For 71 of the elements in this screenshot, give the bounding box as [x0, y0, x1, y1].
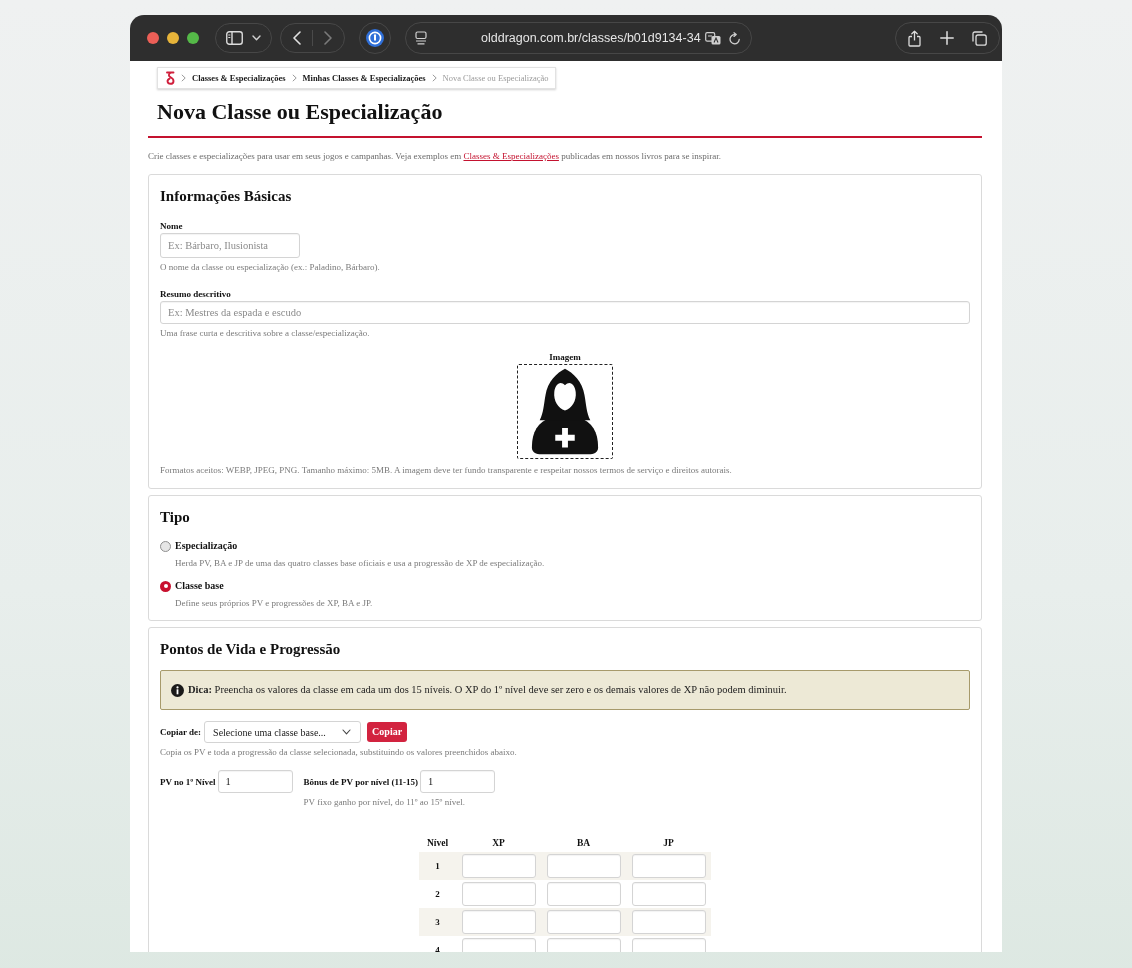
- intro-text: Crie classes e especializações para usar em seus jogos e campanhas. Veja exemplos em Classes & Especializações publicadas em nossos livros para se inspirar.: [148, 150, 722, 162]
- tabs-icon[interactable]: [972, 30, 987, 46]
- help-text: O nome da classe ou especialização (ex.: Paladino, Bárbaro).: [160, 261, 381, 273]
- column-header: BA: [575, 836, 592, 849]
- radio-button[interactable]: [160, 540, 171, 552]
- option-description: Herda PV, BA e JP de uma das quatro classes base oficiais e usa a progressão de XP de especialização.: [175, 557, 546, 569]
- option-label[interactable]: Classe base: [175, 579, 224, 593]
- chevron-right-icon: [431, 74, 437, 82]
- examples-link[interactable]: Classes & Especializações: [463, 151, 559, 161]
- input-field[interactable]: Ex: Mestres da espada e escudo: [160, 301, 970, 324]
- tip-text: Dica: Preencha os valores da classe em cada um dos 15 níveis. O XP do 1º nível deve ser zero e os demais valores de XP não podem diminuir.: [188, 683, 787, 697]
- radio-button[interactable]: [160, 580, 171, 592]
- level-cell-text: 1: [434, 860, 441, 872]
- field-label: PV no 1º Nível: [160, 775, 216, 788]
- chevron-down-icon: [342, 729, 352, 735]
- field-label: Bônus de PV por nível (11-15): [303, 775, 418, 788]
- input-field[interactable]: [631, 910, 706, 934]
- share-icon[interactable]: [908, 29, 921, 47]
- input-field[interactable]: [631, 854, 706, 878]
- page-title: Nova Classe ou Especialização: [157, 98, 444, 126]
- level-cell-text: 3: [434, 916, 441, 928]
- input-field[interactable]: Ex: Bárbaro, Ilusionista: [160, 233, 300, 258]
- breadcrumb-link[interactable]: Minhas Classes & Especializações: [302, 72, 426, 84]
- field-label: Nome: [160, 220, 184, 232]
- info-icon: [171, 683, 184, 697]
- chevron-down-icon: [252, 35, 261, 41]
- window-minimize-button[interactable]: [167, 32, 179, 44]
- plus-icon[interactable]: [939, 31, 954, 45]
- option-description: Define seus próprios PV e progressões de XP, BA e JP.: [175, 597, 374, 609]
- chevron-right-icon: [181, 74, 186, 82]
- input-field[interactable]: [546, 882, 621, 906]
- sidebar-icon: [226, 31, 243, 45]
- translate-icon[interactable]: [705, 31, 721, 45]
- keyhole-icon: [366, 29, 384, 47]
- input-field[interactable]: 1: [217, 770, 293, 793]
- help-text: Uma frase curta e descritiva sobre a classe/especialização.: [160, 327, 371, 339]
- section-heading: Informações Básicas: [160, 187, 293, 206]
- help-text: Formatos aceitos: WEBP, JPEG, PNG. Tamanho máximo: 5MB. A imagem deve ter fundo transparente e respeitar nossos termos de serviço e direitos autorais.: [160, 464, 733, 476]
- option-label[interactable]: Especialização: [175, 539, 238, 553]
- input-field[interactable]: [631, 882, 706, 906]
- level-cell-text: 2: [434, 888, 441, 900]
- logo-icon[interactable]: [165, 71, 175, 85]
- url-text: olddragon.com.br/classes/b01d9134-34: [481, 30, 701, 46]
- help-text: Copia os PV e toda a progressão da classe selecionada, substituindo os valores preenchidos abaixo.: [160, 746, 518, 758]
- input-field[interactable]: 1: [420, 770, 495, 793]
- forward-icon[interactable]: [324, 31, 332, 45]
- page-menu-icon[interactable]: [415, 31, 427, 45]
- field-label: Resumo descritivo: [160, 288, 232, 300]
- copy-button[interactable]: Copiar: [367, 722, 408, 742]
- field-label: Imagem: [549, 351, 581, 363]
- window-close-button[interactable]: [147, 32, 159, 44]
- breadcrumb-current: Nova Classe ou Especialização: [442, 72, 549, 84]
- window-zoom-button[interactable]: [187, 32, 199, 44]
- image-upload-area[interactable]: [517, 364, 613, 459]
- back-icon[interactable]: [293, 31, 301, 45]
- breadcrumb-link[interactable]: Classes & Especializações: [192, 72, 286, 84]
- column-header: XP: [491, 836, 506, 849]
- input-field[interactable]: [546, 854, 621, 878]
- column-header: Nível: [425, 836, 450, 849]
- field-label: Copiar de:: [160, 726, 202, 738]
- input-field[interactable]: [461, 910, 536, 934]
- section-heading: Tipo: [160, 508, 191, 527]
- input-field[interactable]: [461, 854, 536, 878]
- class-select[interactable]: Selecione uma classe base...: [204, 721, 362, 743]
- input-field[interactable]: [461, 882, 536, 906]
- reload-icon[interactable]: [729, 31, 741, 45]
- help-text: PV fixo ganho por nível, do 11º ao 15º nível.: [303, 796, 466, 808]
- column-header: JP: [662, 836, 675, 849]
- input-field[interactable]: [546, 910, 621, 934]
- section-heading: Pontos de Vida e Progressão: [160, 640, 342, 659]
- chevron-right-icon: [291, 74, 297, 82]
